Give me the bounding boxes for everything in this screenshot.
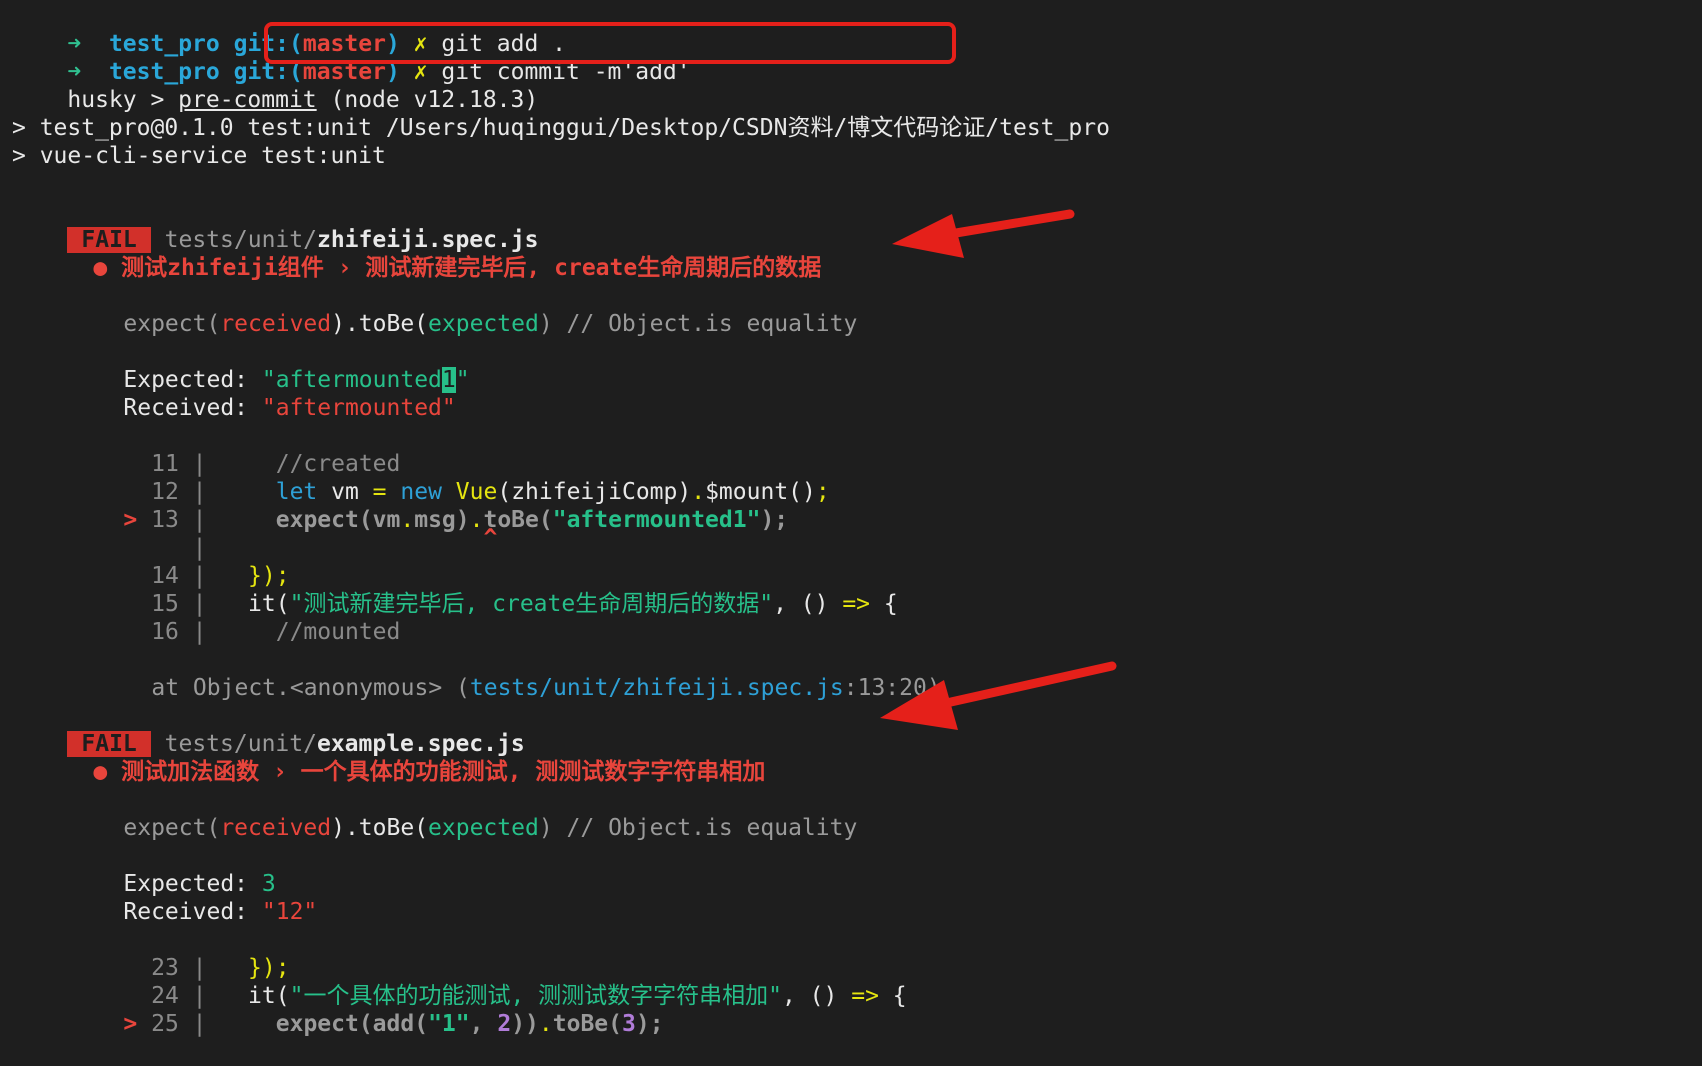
husky-prefix: husky > (67, 87, 179, 113)
code-line-25: > 25 | expect(add("1", 2)).toBe(3); (123, 1011, 664, 1037)
received-line-2: Received: "12" (68, 870, 317, 925)
test-title: 测试zhifeiji组件 › 测试新建完毕后, create生命周期后的数据 (121, 255, 822, 281)
expected-line-2: Expected: 3 (68, 842, 275, 897)
code-text: { (870, 591, 898, 617)
code-caret-line: | ^ (123, 525, 498, 561)
code-text: toBe( (552, 1011, 622, 1037)
npm-script-line-1: > test_pro@0.1.0 test:unit /Users/huqing… (12, 114, 1110, 142)
fail-header-2: FAIL tests/unit/example.spec.js (12, 702, 525, 757)
annotation-arrow-icon (892, 209, 1075, 258)
expect-close: ) (538, 311, 553, 337)
npm-script-text: > vue-cli-service test:unit (12, 143, 386, 169)
fail-title-1: ● 测试zhifeiji组件 › 测试新建完毕后, create生命周期后的数据 (12, 226, 821, 281)
code-line-23: 23 | }); (151, 955, 290, 981)
line-number: 25 (151, 1011, 179, 1037)
line-number: 16 (151, 619, 179, 645)
expect-tobe: ).toBe( (331, 311, 429, 337)
code-number: 2 (497, 1011, 512, 1037)
code-operator: . (538, 1011, 553, 1037)
received-value: "aftermounted" (261, 395, 456, 421)
code-text: , () (781, 983, 852, 1009)
bullet-icon: ● (93, 255, 108, 281)
annotation-highlight-box (264, 22, 956, 64)
code-line-13: > 13 | expect(vm.msg).toBe("aftermounted… (123, 507, 789, 533)
test-title: 测试加法函数 › 一个具体的功能测试, 测测试数字字符串相加 (121, 759, 766, 785)
expect-hint-1: expect(received).toBe(expected) // Objec… (68, 282, 857, 337)
stack-path-link[interactable]: tests/unit/zhifeiji.spec.js (470, 675, 844, 701)
npm-script-line-2: > vue-cli-service test:unit (12, 142, 386, 170)
annotation-arrow-icon (880, 661, 1117, 730)
expect-received: received (220, 815, 332, 841)
expect-tobe: ).toBe( (331, 815, 429, 841)
code-text: expect(add( (275, 1011, 429, 1037)
expect-comment: // Object.is equality (552, 815, 858, 841)
code-line-15: 15 | it("测试新建完毕后, create生命周期后的数据", () =>… (151, 591, 898, 617)
code-text: { (878, 983, 907, 1009)
code-text: ); (635, 1011, 664, 1037)
expect-close: ) (538, 815, 553, 841)
received-label: Received: (123, 899, 262, 925)
error-marker: > (123, 1011, 138, 1037)
code-line-11: 11 | //created (151, 451, 401, 477)
received-value: "12" (261, 899, 318, 925)
stack-trace: at Object.<anonymous> (tests/unit/zhifei… (96, 646, 940, 701)
code-string: "aftermounted1" (552, 507, 761, 533)
code-line-14: 14 | }); (151, 563, 290, 589)
stack-prefix: at Object.<anonymous> ( (151, 675, 470, 701)
code-operator: => (842, 591, 871, 617)
husky-node-version: (node v12.18.3) (316, 87, 539, 113)
error-caret: ^ (483, 525, 498, 551)
code-line-16: 16 | //mounted (151, 619, 401, 645)
expect-received: received (220, 311, 332, 337)
code-text: )) (511, 1011, 539, 1037)
bullet-icon: ● (93, 759, 108, 785)
code-text: //mounted (275, 619, 401, 645)
expect-open: expect( (123, 311, 221, 337)
code-text: , (469, 1011, 498, 1037)
expect-open: expect( (123, 815, 221, 841)
code-line-12: 12 | let vm = new Vue(zhifeijiComp).$mou… (151, 479, 830, 505)
code-text: , () (773, 591, 843, 617)
code-text: ); (760, 507, 789, 533)
received-line-1: Received: "aftermounted" (68, 366, 455, 421)
expect-comment: // Object.is equality (552, 311, 858, 337)
received-label: Received: (123, 395, 262, 421)
code-string: "1" (428, 1011, 470, 1037)
expected-line-1: Expected: "aftermounted1" (68, 338, 470, 393)
fail-title-2: ● 测试加法函数 › 一个具体的功能测试, 测测试数字字符串相加 (12, 730, 765, 785)
code-number: 3 (622, 1011, 636, 1037)
npm-script-text: > test_pro@0.1.0 test:unit /Users/huqing… (12, 115, 1110, 141)
code-operator: => (851, 983, 879, 1009)
husky-hook: pre-commit (178, 87, 317, 113)
code-line-24: 24 | it("一个具体的功能测试, 测测试数字字符串相加", () => { (151, 983, 907, 1009)
expected-value-end: " (455, 367, 470, 393)
expect-expected: expected (428, 311, 539, 337)
expect-expected: expected (428, 815, 539, 841)
code-operator: ; (815, 479, 830, 505)
fail-header-1: FAIL tests/unit/zhifeiji.spec.js (12, 198, 539, 253)
expect-hint-2: expect(received).toBe(expected) // Objec… (68, 786, 857, 841)
terminal-window[interactable]: ➜ test_pro git:(master) ✗ git add . ➜ te… (0, 0, 1702, 1037)
